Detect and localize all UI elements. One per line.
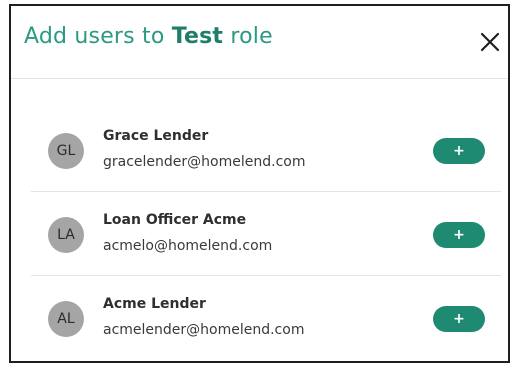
user-list: GL Grace Lender gracelender@homelend.com…	[31, 108, 501, 360]
close-button[interactable]	[478, 30, 502, 54]
add-users-dialog: Add users to Test role GL Grace Lender g…	[9, 4, 510, 363]
user-email: gracelender@homelend.com	[103, 154, 306, 170]
title-prefix: Add users to	[24, 24, 172, 49]
user-email: acmelender@homelend.com	[103, 322, 305, 338]
avatar: GL	[48, 133, 84, 169]
user-name: Loan Officer Acme	[103, 212, 247, 228]
user-email: acmelo@homelend.com	[103, 238, 273, 254]
user-name: Acme Lender	[103, 296, 206, 312]
title-suffix: role	[223, 24, 273, 49]
add-user-button[interactable]: +	[433, 138, 485, 164]
role-name: Test	[171, 24, 224, 49]
user-name: Grace Lender	[103, 128, 209, 144]
user-row: GL Grace Lender gracelender@homelend.com…	[31, 108, 501, 192]
dialog-title: Add users to Test role	[24, 24, 273, 49]
close-icon	[480, 32, 500, 52]
add-user-button[interactable]: +	[433, 306, 485, 332]
user-row: LA Loan Officer Acme acmelo@homelend.com…	[31, 192, 501, 276]
dialog-header: Add users to Test role	[11, 6, 508, 79]
avatar: AL	[48, 301, 84, 337]
avatar: LA	[48, 217, 84, 253]
add-user-button[interactable]: +	[433, 222, 485, 248]
user-row: AL Acme Lender acmelender@homelend.com +	[31, 276, 501, 360]
